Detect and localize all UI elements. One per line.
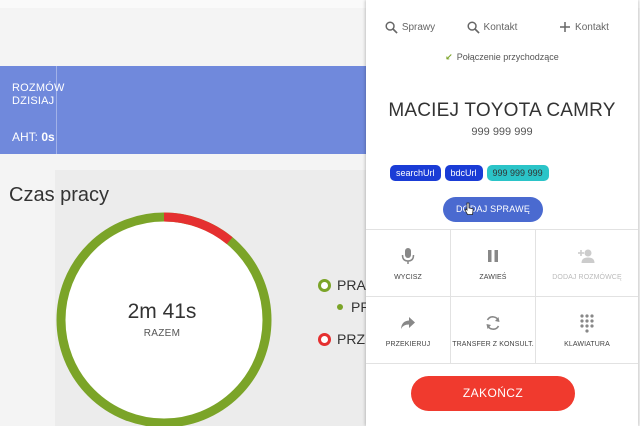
- tab-add-contact[interactable]: Kontakt: [530, 14, 638, 40]
- caller-name: MACIEJ TOYOTA CAMRY: [388, 100, 616, 121]
- legend-dot-green-icon: [337, 304, 343, 310]
- tab-search-cases[interactable]: Sprawy: [366, 14, 454, 40]
- hold-button[interactable]: ZAWIEŚ: [451, 230, 536, 297]
- legend-ring-red-icon: [318, 332, 331, 346]
- donut-total-time: 2m 41s: [127, 300, 197, 323]
- work-time-title: Czas pracy: [9, 184, 110, 206]
- softphone-tabs: Sprawy Kontakt Kontakt: [366, 14, 638, 40]
- microphone-icon: [401, 247, 415, 264]
- phone-number-tag[interactable]: 999 999 999: [486, 165, 549, 181]
- softphone-panel: Sprawy Kontakt Kontakt ↙ Połączenie przyc…: [366, 0, 638, 426]
- search-icon: [385, 20, 398, 34]
- aht-value: 0s: [41, 130, 55, 144]
- keypad-icon: [580, 313, 594, 333]
- consult-transfer-button[interactable]: TRANSFER Z KONSULT.: [451, 297, 536, 364]
- keypad-label: KLAWIATURA: [564, 340, 610, 348]
- tab-search-contact-label: Kontakt: [483, 21, 518, 33]
- incoming-arrow-icon: ↙: [445, 52, 453, 62]
- mute-button[interactable]: WYCISZ: [366, 230, 451, 297]
- incoming-call-status: ↙ Połączenie przychodzące: [366, 52, 638, 63]
- hand-cursor-icon: [464, 202, 474, 215]
- transfer-icon: [486, 315, 500, 330]
- plus-icon: [560, 22, 571, 32]
- hold-label: ZAWIEŚ: [479, 273, 507, 281]
- forward-label: PRZEKIERUJ: [385, 340, 431, 348]
- aht-readout: AHT: 0s: [12, 130, 55, 144]
- forward-button[interactable]: PRZEKIERUJ: [366, 297, 451, 364]
- donut-total-label: RAZEM: [143, 328, 181, 339]
- incoming-call-label: Połączenie przychodzące: [456, 52, 559, 62]
- caller-tags: searchUrl bdcUrl 999 999 999: [390, 165, 553, 181]
- forward-icon: [401, 316, 415, 329]
- pause-icon: [488, 249, 498, 262]
- legend-break: PRZI: [318, 331, 369, 347]
- call-actions-grid: WYCISZ ZAWIEŚ DODAJ ROZMÓWCĘ PRZEKIERUJ …: [366, 229, 638, 364]
- legend-break-label: PRZI: [337, 331, 369, 347]
- add-participant-button[interactable]: DODAJ ROZMÓWCĘ: [536, 230, 638, 297]
- aht-label: AHT:: [12, 130, 42, 144]
- add-person-icon: [578, 249, 595, 263]
- tab-add-contact-label: Kontakt: [575, 21, 609, 33]
- add-case-button[interactable]: DODAJ SPRAWĘ: [443, 197, 543, 222]
- legend-ring-green-icon: [318, 278, 331, 292]
- add-participant-label: DODAJ ROZMÓWCĘ: [552, 273, 622, 281]
- tab-search-cases-label: Sprawy: [401, 21, 436, 33]
- mute-label: WYCISZ: [394, 273, 422, 281]
- bdc-url-tag[interactable]: bdcUrl: [444, 165, 483, 181]
- tab-search-contact[interactable]: Kontakt: [454, 14, 530, 40]
- search-icon: [466, 20, 480, 34]
- end-call-button[interactable]: ZAKOŃCZ: [411, 376, 575, 411]
- panel-divider: [56, 66, 57, 154]
- keypad-button[interactable]: KLAWIATURA: [536, 297, 638, 364]
- consult-transfer-label: TRANSFER Z KONSULT.: [452, 340, 534, 348]
- caller-number: 999 999 999: [471, 126, 533, 138]
- search-url-tag[interactable]: searchUrl: [390, 165, 441, 181]
